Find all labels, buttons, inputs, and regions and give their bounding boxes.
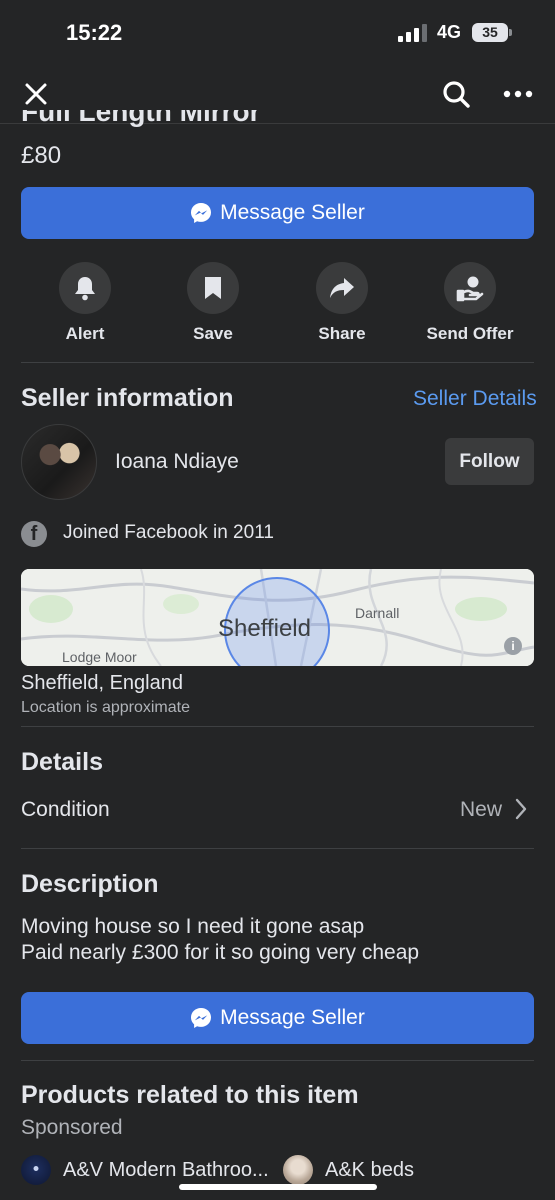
details-title: Details — [21, 748, 103, 776]
listing-price: £80 — [21, 142, 62, 169]
home-indicator[interactable] — [179, 1184, 377, 1190]
map-label-darnall: Darnall — [355, 605, 400, 621]
product-thumbnail[interactable] — [21, 1155, 51, 1185]
product-thumbnail[interactable] — [283, 1155, 313, 1185]
offer-icon — [444, 262, 496, 314]
related-product-name[interactable]: A&V Modern Bathroo... — [63, 1159, 269, 1182]
info-icon[interactable]: i — [504, 637, 522, 655]
seller-info-title: Seller information — [21, 384, 234, 412]
related-product-name[interactable]: A&K beds — [325, 1159, 414, 1182]
location-name: Sheffield, England — [21, 672, 183, 694]
condition-value[interactable]: New — [460, 798, 502, 822]
description-line: Moving house so I need it gone asap — [21, 915, 365, 938]
seller-name[interactable]: Ioana Ndiaye — [115, 450, 239, 474]
network-type: 4G — [437, 22, 462, 42]
share-action[interactable]: Share — [282, 262, 402, 344]
status-time: 15:22 — [66, 20, 123, 45]
save-action[interactable]: Save — [153, 262, 273, 344]
listing-title: Full Length Mirror — [21, 110, 261, 127]
description-title: Description — [21, 870, 159, 898]
bookmark-icon — [187, 262, 239, 314]
signal-icon — [398, 24, 427, 42]
divider — [21, 726, 534, 727]
search-icon[interactable] — [438, 76, 474, 112]
send-offer-action[interactable]: Send Offer — [410, 262, 530, 344]
action-row: Alert Save Share Send Offer — [0, 262, 555, 352]
map-city-label: Sheffield — [218, 615, 311, 642]
related-products-title: Products related to this item — [21, 1081, 359, 1109]
more-icon[interactable] — [500, 76, 536, 112]
location-note: Location is approximate — [21, 699, 190, 716]
divider — [21, 1060, 534, 1061]
messenger-icon — [191, 1008, 212, 1028]
alert-label: Alert — [65, 324, 105, 343]
alert-action[interactable]: Alert — [25, 262, 145, 344]
save-label: Save — [193, 324, 233, 343]
message-seller-button-bottom[interactable]: Message Seller — [21, 992, 534, 1044]
facebook-icon: f — [21, 521, 47, 547]
message-seller-label: Message Seller — [220, 1006, 365, 1029]
map-label-lodge-moor: Lodge Moor — [62, 649, 137, 665]
joined-facebook-text: Joined Facebook in 2011 — [63, 522, 274, 543]
seller-avatar[interactable] — [21, 424, 97, 500]
share-icon — [316, 262, 368, 314]
location-map[interactable]: Darnall Lodge Moor Sheffield i — [21, 569, 534, 666]
bell-icon — [59, 262, 111, 314]
messenger-icon — [191, 203, 212, 223]
follow-button[interactable]: Follow — [445, 438, 534, 485]
chevron-right-icon[interactable] — [514, 797, 528, 821]
divider — [21, 848, 534, 849]
status-bar: 15:22 4G 35 — [0, 0, 555, 64]
sponsored-label: Sponsored — [21, 1116, 123, 1139]
message-seller-button[interactable]: Message Seller — [21, 187, 534, 239]
listing-title-container: Full Length Mirror — [21, 110, 541, 134]
seller-details-link[interactable]: Seller Details — [413, 387, 537, 411]
close-icon[interactable] — [18, 76, 54, 112]
send-offer-label: Send Offer — [426, 324, 514, 343]
condition-label: Condition — [21, 798, 110, 821]
divider — [21, 362, 534, 363]
battery-icon: 35 — [472, 23, 508, 42]
description-line: Paid nearly £300 for it so going very ch… — [21, 941, 420, 964]
message-seller-label: Message Seller — [220, 201, 365, 224]
share-label: Share — [318, 324, 366, 343]
battery-tip — [509, 29, 512, 36]
